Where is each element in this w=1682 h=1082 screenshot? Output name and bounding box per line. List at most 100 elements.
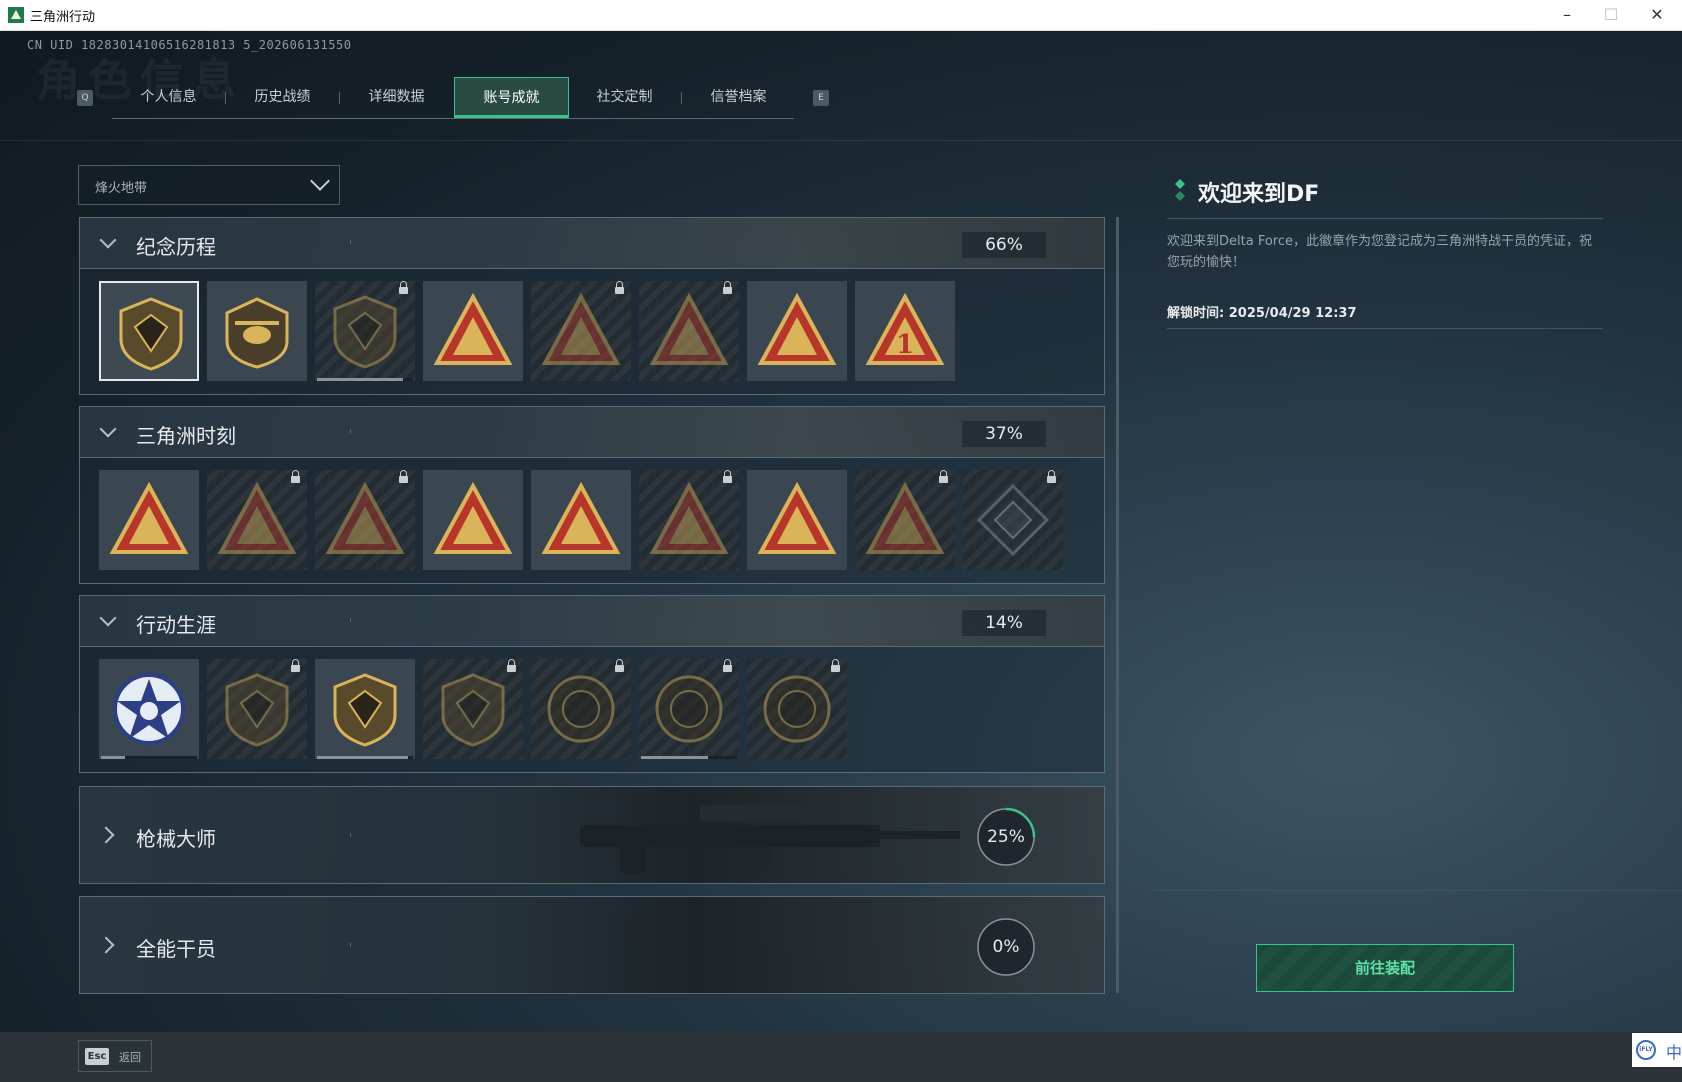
lock-icon <box>723 659 732 672</box>
achievement-badge[interactable] <box>639 659 739 759</box>
back-label: 返回 <box>119 1051 141 1064</box>
tab-next-key-hint[interactable]: E <box>813 90 829 106</box>
go-equip-button[interactable]: 前往装配 <box>1256 944 1514 992</box>
achievement-badge[interactable] <box>855 470 955 570</box>
tab-prev-key-hint[interactable]: Q <box>77 90 93 106</box>
tab-personal-info[interactable]: 个人信息 <box>112 77 225 117</box>
window-titlebar: 三角洲行动 – ☐ ✕ <box>0 0 1682 31</box>
category-collapsed-all-round-operator[interactable]: 全能干员 0% <box>79 896 1105 994</box>
app-logo-icon <box>8 7 24 23</box>
category-divider <box>350 833 371 837</box>
lock-icon <box>723 281 732 294</box>
maximize-button[interactable]: ☐ <box>1594 4 1628 26</box>
category-percent: 25% <box>987 827 1025 847</box>
category-header[interactable]: 行动生涯 14% <box>79 595 1105 647</box>
mode-select-value: 烽火地带 <box>95 181 148 196</box>
achievement-badge[interactable] <box>99 281 199 381</box>
decor-line <box>0 140 1682 141</box>
lock-icon <box>615 659 624 672</box>
achievement-badge[interactable] <box>423 281 523 381</box>
rifle-illustration-icon <box>580 805 960 873</box>
svg-text:1: 1 <box>896 330 914 360</box>
ifly-logo-icon: iFLY <box>1636 1040 1656 1060</box>
achievement-badge[interactable] <box>207 470 307 570</box>
tab-detailed-data[interactable]: 详细数据 <box>340 77 453 117</box>
category-name: 纪念历程 <box>136 235 216 259</box>
achievement-badge[interactable] <box>639 470 739 570</box>
achievement-badge[interactable] <box>99 470 199 570</box>
window-title: 三角洲行动 <box>30 10 96 25</box>
category-percent: 0% <box>992 937 1020 957</box>
achievement-badge[interactable] <box>207 659 307 759</box>
category-header[interactable]: 纪念历程 66% <box>79 217 1105 269</box>
category-collapsed-weapon-master[interactable]: 枪械大师 25% <box>79 786 1105 884</box>
chevron-right-icon <box>97 936 115 954</box>
lock-icon <box>831 659 840 672</box>
minimize-button[interactable]: – <box>1550 4 1584 26</box>
lock-icon <box>291 659 300 672</box>
achievement-badge[interactable] <box>747 659 847 759</box>
chevron-right-icon <box>97 826 115 844</box>
badge-progress-bar <box>317 756 413 759</box>
chevron-down-icon <box>99 609 117 627</box>
achievement-badge[interactable] <box>423 470 523 570</box>
chevron-down-icon <box>310 171 330 191</box>
achievement-badge[interactable] <box>747 470 847 570</box>
chevron-down-icon <box>99 420 117 438</box>
category-name: 枪械大师 <box>136 827 216 851</box>
close-button[interactable]: ✕ <box>1640 4 1674 26</box>
mode-select[interactable]: 烽火地带 <box>78 165 340 205</box>
badge-progress-bar <box>641 756 737 759</box>
diamond-marker-icon <box>1175 179 1185 201</box>
achievement-badge[interactable] <box>747 281 847 381</box>
achievement-badge[interactable] <box>531 659 631 759</box>
achievement-badge[interactable] <box>531 470 631 570</box>
lock-icon <box>723 470 732 483</box>
achievement-title: 欢迎来到DF <box>1198 182 1320 207</box>
achievement-badge[interactable] <box>315 281 415 381</box>
achievement-badge[interactable]: 1 <box>855 281 955 381</box>
lock-icon <box>291 470 300 483</box>
tab-achievements[interactable]: 账号成就 <box>454 77 569 118</box>
category-header[interactable]: 三角洲时刻 37% <box>79 406 1105 458</box>
category-percent: 37% <box>962 421 1046 447</box>
achievement-badge[interactable] <box>99 659 199 759</box>
chevron-down-icon <box>99 231 117 249</box>
category-divider <box>350 618 379 622</box>
category-name: 三角洲时刻 <box>136 424 236 448</box>
ime-language-label: 中 <box>1666 1043 1682 1062</box>
category-divider <box>350 429 379 433</box>
divider <box>1167 218 1603 219</box>
tab-match-history[interactable]: 历史战绩 <box>226 77 339 117</box>
tab-bar: 个人信息 历史战绩 详细数据 账号成就 社交定制 信誉档案 <box>112 77 794 119</box>
ime-indicator[interactable]: iFLY 中 <box>1632 1033 1682 1067</box>
badge-progress-bar <box>101 756 197 759</box>
progress-ring: 25% <box>976 807 1036 867</box>
category-badge-grid <box>79 458 1105 584</box>
achievement-badge[interactable] <box>207 281 307 381</box>
progress-ring: 0% <box>976 917 1036 977</box>
lock-icon <box>615 281 624 294</box>
achievement-badge[interactable] <box>531 281 631 381</box>
achievement-badge[interactable] <box>963 470 1063 570</box>
achievement-badge[interactable] <box>315 470 415 570</box>
unlock-time: 解锁时间: 2025/04/29 12:37 <box>1167 306 1357 321</box>
lock-icon <box>399 281 408 294</box>
category-badge-grid: 1 <box>79 269 1105 395</box>
tab-credit-record[interactable]: 信誉档案 <box>682 77 795 117</box>
category-name: 全能干员 <box>136 937 216 961</box>
uid-text: CN UID 18283014106516281813 5_2026061315… <box>27 38 352 52</box>
category-divider <box>350 240 379 244</box>
badge-progress-bar <box>317 378 413 381</box>
achievement-badge[interactable] <box>423 659 523 759</box>
category-percent: 66% <box>962 232 1046 258</box>
lock-icon <box>399 470 408 483</box>
achievement-badge[interactable] <box>315 659 415 759</box>
back-button[interactable]: Esc 返回 <box>78 1040 152 1072</box>
tab-social-custom[interactable]: 社交定制 <box>568 77 681 117</box>
list-scrollbar[interactable] <box>1116 217 1119 993</box>
achievement-description: 欢迎来到Delta Force，此徽章作为您登记成为三角洲特战干员的凭证，祝您玩… <box>1167 234 1592 270</box>
esc-key-hint: Esc <box>85 1048 109 1065</box>
achievement-badge[interactable] <box>639 281 739 381</box>
lock-icon <box>939 470 948 483</box>
